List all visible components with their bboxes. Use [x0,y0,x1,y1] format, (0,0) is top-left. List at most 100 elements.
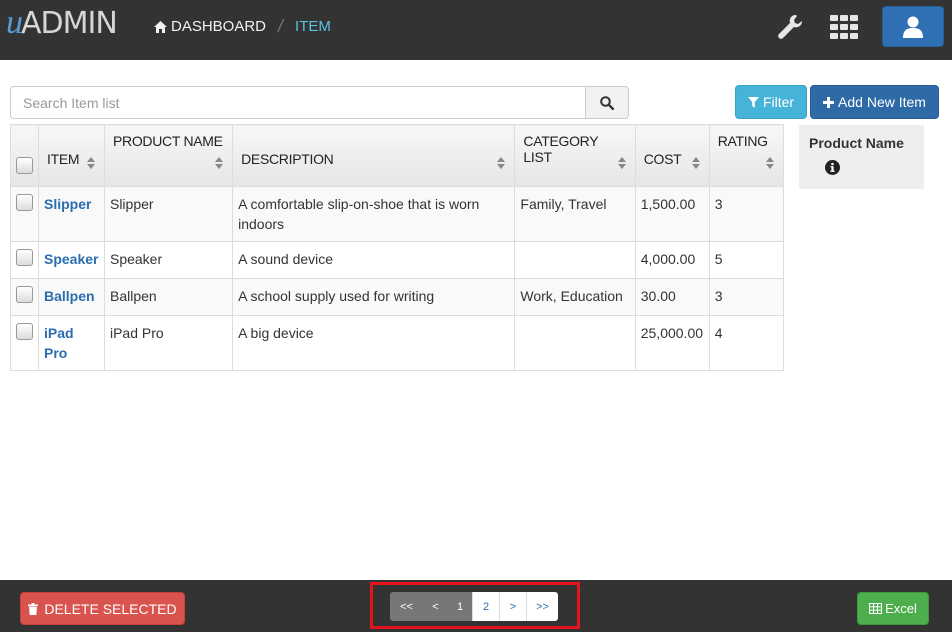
column-header-category-list[interactable]: CATEGORY LIST [514,124,636,187]
rating-cell: 5 [708,241,785,279]
search-button[interactable] [585,86,629,119]
product-name-cell: iPad Pro [103,315,234,371]
search-input[interactable] [10,86,585,119]
sort-icon [691,157,700,169]
sort-icon [766,157,774,169]
sort-icon [215,157,224,169]
trash-icon [28,602,39,615]
breadcrumb-separator: / [276,16,285,36]
table-header-row: ITEM PRODUCT NAME DESCRIPTION CATEGORY L… [10,124,785,187]
select-all-header [10,124,39,187]
item-link[interactable]: iPad Pro [44,325,74,361]
export-excel-button[interactable]: Excel [857,592,929,625]
delete-selected-label: DELETE SELECTED [44,600,177,617]
table-row: Slipper Slipper A comfortable slip-on-sh… [10,186,785,242]
cost-cell: 1,500.00 [634,186,710,242]
plus-icon [823,96,835,108]
column-label-item: ITEM [47,151,80,167]
select-all-checkbox[interactable] [16,157,33,174]
column-label-category-list: CATEGORY LIST [523,133,599,165]
category-list-cell: Family, Travel [514,186,636,242]
logo-text: ADMIN [21,6,118,41]
table-row: Ballpen Ballpen A school supply used for… [10,278,785,316]
breadcrumb-dashboard-label: DASHBOARD [171,18,267,35]
cost-cell: 30.00 [634,278,710,316]
column-label-product-name: PRODUCT NAME [112,133,223,149]
row-select-cell [10,278,39,316]
row-checkbox[interactable] [16,286,33,303]
item-cell: Speaker [38,241,105,279]
add-new-item-button[interactable]: Add New Item [810,85,939,119]
pagination-page-button[interactable]: 1 [448,592,472,621]
sort-icon [497,157,506,169]
pagination: << < 1 2 > >> [390,592,558,621]
wrench-icon [778,14,803,39]
product-name-cell: Ballpen [103,278,234,316]
breadcrumb-dashboard-link[interactable]: DASHBOARD [154,18,266,35]
table-row: Speaker Speaker A sound device 4,000.00 … [10,241,785,279]
table-icon [869,603,883,614]
apps-grid-icon [830,15,858,39]
item-cell: Slipper [38,186,105,242]
user-menu-button[interactable] [882,6,944,47]
export-excel-label: Excel [885,601,917,616]
row-checkbox[interactable] [16,194,33,211]
breadcrumb: DASHBOARD / ITEM [154,16,331,37]
settings-button[interactable] [775,12,805,42]
row-checkbox[interactable] [16,249,33,266]
item-link[interactable]: Speaker [44,251,98,267]
product-name-cell: Speaker [103,241,234,279]
column-header-product-name[interactable]: PRODUCT NAME [103,124,234,187]
column-label-description: DESCRIPTION [241,151,334,167]
row-checkbox[interactable] [16,323,33,340]
item-link[interactable]: Slipper [44,196,91,212]
pagination-next-button[interactable]: > [499,592,526,621]
pagination-page-button[interactable]: 2 [472,592,499,621]
rating-cell: 3 [708,278,785,316]
row-select-cell [10,241,39,279]
delete-selected-button[interactable]: DELETE SELECTED [20,592,185,625]
search-icon [600,95,614,110]
apps-grid-button[interactable] [829,12,859,42]
product-name-cell: Slipper [103,186,234,242]
column-header-cost[interactable]: COST [634,124,710,187]
sort-icon [86,157,95,169]
product-name-panel: Product Name [799,125,924,189]
description-cell: A big device [232,315,516,371]
item-link[interactable]: Ballpen [44,288,95,304]
category-list-cell [514,315,636,371]
item-cell: Ballpen [38,278,105,316]
column-header-rating[interactable]: RATING [708,124,785,187]
filter-button[interactable]: Filter [735,85,807,119]
row-select-cell [10,315,39,371]
item-cell: iPad Pro [38,315,105,371]
column-label-rating: RATING [717,133,768,149]
cost-cell: 4,000.00 [634,241,710,279]
column-header-description[interactable]: DESCRIPTION [232,124,516,187]
rating-cell: 4 [708,315,785,371]
item-table: ITEM PRODUCT NAME DESCRIPTION CATEGORY L… [10,124,785,371]
add-new-item-label: Add New Item [838,94,926,110]
category-list-cell [514,241,636,279]
rating-cell: 3 [708,186,785,242]
logo-u: u [6,4,23,41]
search-group [10,86,629,119]
user-icon [903,16,923,38]
sort-icon [617,157,626,169]
breadcrumb-current: ITEM [295,18,331,35]
filter-button-label: Filter [762,94,795,110]
top-navbar: u ADMIN DASHBOARD / ITEM [0,0,952,60]
pagination-last-button[interactable]: >> [526,592,558,621]
pagination-prev-button[interactable]: < [423,592,448,621]
column-header-item[interactable]: ITEM [38,124,105,187]
category-list-cell: Work, Education [514,278,636,316]
description-cell: A comfortable slip-on-shoe that is worn … [232,186,516,242]
filter-icon [747,96,759,108]
app-logo[interactable]: u ADMIN [6,4,118,44]
pagination-first-button[interactable]: << [390,592,423,621]
description-cell: A school supply used for writing [232,278,516,316]
panel-title: Product Name [809,135,904,151]
table-row: iPad Pro iPad Pro A big device 25,000.00… [10,315,785,371]
info-icon[interactable] [825,160,840,175]
description-cell: A sound device [232,241,516,279]
